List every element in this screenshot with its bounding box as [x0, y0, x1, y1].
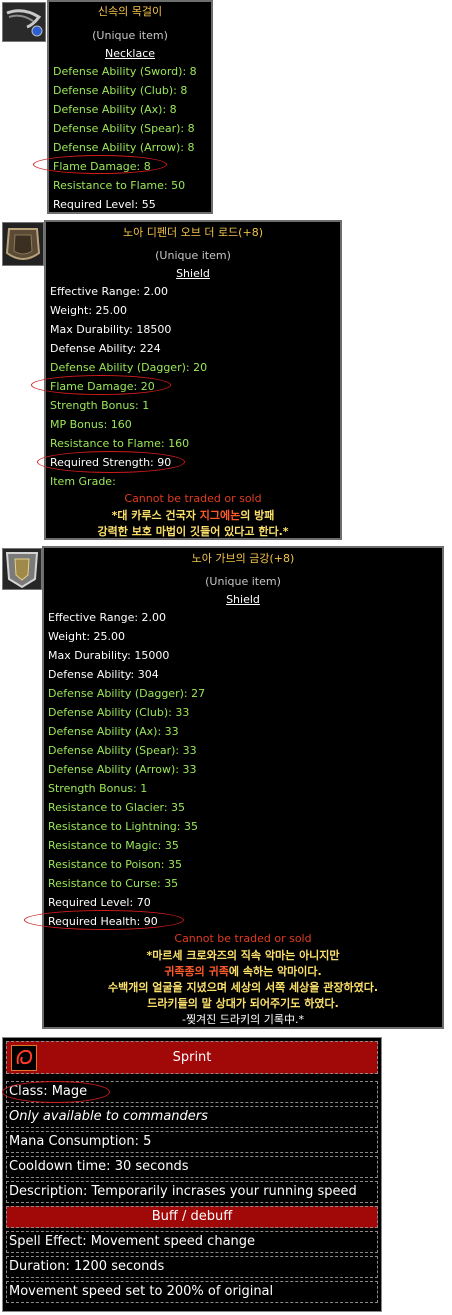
item-lore: *대 카루스 건국자 지그에논의 방패: [111, 509, 275, 522]
highlight-circle: [37, 451, 185, 473]
item-type: Shield: [176, 267, 210, 280]
item-rarity: (Unique item): [205, 575, 281, 588]
shield-icon: [3, 223, 43, 265]
item-stat: Required Level: 70: [48, 896, 151, 909]
item-rarity: (Unique item): [92, 29, 168, 42]
skill-duration: Duration: 1200 seconds: [6, 1256, 378, 1278]
item-stat: Defense Ability (Dagger): 27: [48, 687, 206, 700]
item-stat: Defense Ability (Arrow): 33: [48, 763, 197, 776]
item-rarity: (Unique item): [155, 249, 231, 262]
shield-item-icon-2[interactable]: [2, 548, 42, 590]
item-lore: 강력한 보호 마법이 깃들어 있다고 한다.*: [97, 525, 289, 538]
item-lore: *마르세 크로와즈의 직속 악마는 아니지만: [146, 949, 340, 962]
skill-name: Sprint: [172, 1050, 212, 1065]
shield-item-icon[interactable]: [2, 222, 44, 266]
skill-result: Movement speed set to 200% of original: [6, 1281, 378, 1303]
item-stat: Resistance to Poison: 35: [48, 858, 182, 871]
skill-tooltip: Sprint Class: Mage Only available to com…: [2, 1037, 382, 1312]
necklace-item-icon[interactable]: [2, 2, 46, 42]
item-stat: Resistance to Lightning: 35: [48, 820, 198, 833]
item-stat: Defense Ability (Ax): 33: [48, 725, 179, 738]
item-stat: Defense Ability (Spear): 8: [53, 122, 195, 135]
item-stat: Defense Ability (Dagger): 20: [50, 361, 208, 374]
item-lore: -찢겨진 드라키의 기록中.*: [181, 1013, 305, 1026]
item-stat: Strength Bonus: 1: [50, 399, 150, 412]
highlight-circle: [24, 910, 184, 930]
item-stat: Resistance to Glacier: 35: [48, 801, 186, 814]
item-stat: Defense Ability (Club): 33: [48, 706, 190, 719]
item-stat: Max Durability: 15000: [48, 649, 170, 662]
item-stat: Required Level: 55: [53, 198, 156, 211]
skill-restriction: Only available to commanders: [6, 1106, 378, 1128]
item-lore: 드라키들의 말 상대가 되어주기도 하였다.: [147, 997, 339, 1010]
necklace-tooltip: 신속의 목걸이 (Unique item) Necklace Defense A…: [47, 0, 213, 214]
item-stat: Resistance to Flame: 50: [53, 179, 186, 192]
shield-tooltip-2: 노아 가브의 금강(+8) (Unique item) Shield Effec…: [42, 546, 444, 1029]
item-stat: Resistance to Flame: 160: [50, 437, 190, 450]
item-stat: MP Bonus: 160: [50, 418, 132, 431]
skill-category: Buff / debuff: [6, 1206, 378, 1228]
skill-description: Description: Temporarily incrases your r…: [6, 1181, 378, 1203]
item-stat: Effective Range: 2.00: [48, 611, 167, 624]
item-stat: Defense Ability (Spear): 33: [48, 744, 197, 757]
item-stat: Defense Ability (Sword): 8: [53, 65, 197, 78]
item-stat: Effective Range: 2.00: [50, 285, 169, 298]
skill-mana: Mana Consumption: 5: [6, 1131, 378, 1153]
item-stat: Item Grade:: [50, 475, 116, 488]
highlight-circle: [31, 375, 171, 395]
item-type: Necklace: [104, 47, 156, 60]
trade-restriction: Cannot be traded or sold: [124, 492, 262, 505]
skill-icon: [11, 1045, 37, 1071]
necklace-icon: [3, 3, 45, 41]
item-stat: Defense Ability (Arrow): 8: [53, 141, 195, 154]
item-lore: 수백개의 얼굴을 지녔으며 세상의 서쪽 세상을 관장하였다.: [107, 981, 379, 994]
item-stat: Max Durability: 18500: [50, 323, 172, 336]
item-stat: Resistance to Curse: 35: [48, 877, 179, 890]
item-stat: Strength Bonus: 1: [48, 782, 148, 795]
item-title: 노아 가브의 금강(+8): [191, 552, 295, 565]
item-title: 신속의 목걸이: [97, 5, 163, 18]
item-stat: Resistance to Magic: 35: [48, 839, 179, 852]
item-stat: Defense Ability (Club): 8: [53, 84, 188, 97]
item-stat: Defense Ability (Ax): 8: [53, 103, 177, 116]
skill-header: Sprint: [6, 1041, 378, 1074]
skill-cooldown: Cooldown time: 30 seconds: [6, 1156, 378, 1178]
item-type: Shield: [226, 593, 260, 606]
trade-restriction: Cannot be traded or sold: [174, 932, 312, 945]
item-stat: Defense Ability: 304: [48, 668, 159, 681]
skill-effect: Spell Effect: Movement speed change: [6, 1231, 378, 1253]
item-stat: Defense Ability: 224: [50, 342, 161, 355]
item-stat: Weight: 25.00: [48, 630, 126, 643]
highlight-circle: [33, 155, 167, 174]
highlight-circle: [2, 1081, 110, 1103]
shield-icon: [3, 549, 41, 589]
item-title: 노아 디펜더 오브 더 로드(+8): [123, 226, 263, 239]
item-lore: 귀족종의 귀족에 속하는 악마이다.: [164, 965, 322, 978]
item-stat: Weight: 25.00: [50, 304, 128, 317]
